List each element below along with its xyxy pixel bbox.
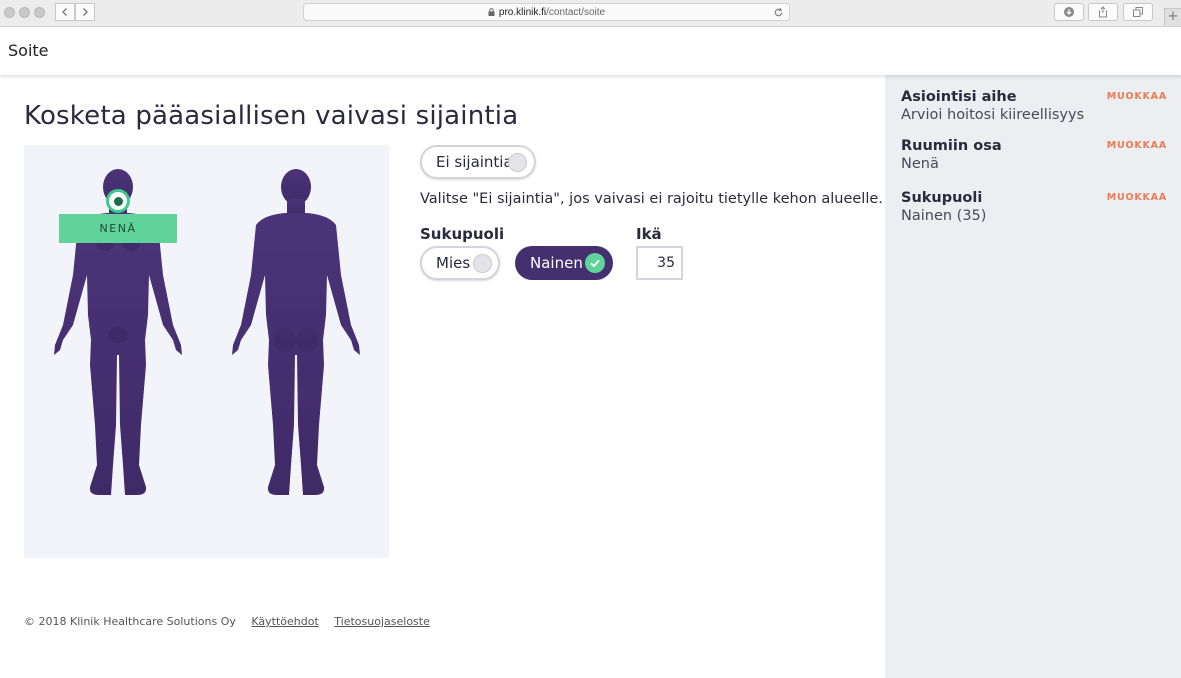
selected-location-label[interactable]: NENÄ [59, 214, 177, 243]
url-path: /contact/soite [546, 6, 606, 18]
age-label: Ikä [636, 225, 662, 243]
edit-body-part-link[interactable]: MUOKKAA [1107, 140, 1167, 151]
app-title: Soite [8, 41, 49, 60]
address-bar[interactable]: pro.klinik.fi/contact/soite [303, 3, 790, 21]
gender-option-female[interactable]: Nainen [515, 246, 613, 280]
terms-link[interactable]: Käyttöehdot [251, 615, 318, 628]
summary-item-value: Arvioi hoitosi kiireellisyys [901, 107, 1085, 123]
gender-label: Sukupuoli [420, 225, 505, 243]
plus-icon: + [1167, 9, 1179, 24]
no-location-toggle[interactable]: Ei sijaintia [420, 145, 536, 179]
toggle-circle-icon [508, 153, 527, 172]
reload-icon[interactable] [773, 7, 784, 18]
no-location-label: Ei sijaintia [436, 153, 513, 171]
page-title: Kosketa pääasiallisen vaivasi sijaintia [24, 101, 519, 131]
edit-topic-link[interactable]: MUOKKAA [1107, 91, 1167, 102]
location-marker[interactable] [106, 189, 130, 213]
gender-option-label: Mies [436, 254, 471, 272]
window-close-icon[interactable] [4, 7, 15, 18]
gender-option-male[interactable]: Mies [420, 246, 500, 280]
footer: © 2018 Klinik Healthcare Solutions Oy Kä… [24, 615, 430, 628]
check-icon [585, 253, 605, 273]
download-icon [1064, 7, 1074, 17]
privacy-link[interactable]: Tietosuojaseloste [334, 615, 430, 628]
summary-sidebar: Asiointisi aihe Arvioi hoitosi kiireelli… [885, 75, 1181, 678]
app-header: Soite [0, 28, 1181, 75]
summary-item-body-part: Ruumiin osa Nenä MUOKKAA [901, 138, 1167, 172]
back-button[interactable] [55, 3, 75, 21]
summary-item-value: Nainen (35) [901, 208, 987, 224]
body-back-figure[interactable] [223, 165, 368, 510]
gender-option-label: Nainen [530, 254, 583, 272]
edit-gender-link[interactable]: MUOKKAA [1107, 192, 1167, 203]
url-domain: pro.klinik.fi [498, 6, 547, 18]
share-button[interactable] [1088, 3, 1118, 21]
summary-item-topic: Asiointisi aihe Arvioi hoitosi kiireelli… [901, 89, 1167, 123]
no-location-hint: Valitse "Ei sijaintia", jos vaivasi ei r… [420, 191, 883, 207]
toggle-circle-icon [473, 254, 492, 273]
check-mark [590, 259, 600, 268]
age-input[interactable] [636, 246, 683, 280]
forward-button[interactable] [75, 3, 95, 21]
back-icon [62, 8, 67, 16]
share-icon [1099, 6, 1107, 18]
lock-icon [488, 8, 495, 16]
tabs-overview-button[interactable] [1123, 3, 1153, 21]
summary-item-value: Nenä [901, 156, 939, 172]
location-marker-dot [113, 196, 123, 206]
downloads-button[interactable] [1054, 3, 1084, 21]
tabs-icon [1133, 7, 1143, 17]
window-zoom-icon[interactable] [34, 7, 45, 18]
forward-icon [83, 8, 88, 16]
new-tab-button[interactable]: + [1164, 8, 1181, 26]
window-minimize-icon[interactable] [19, 7, 30, 18]
summary-item-gender: Sukupuoli Nainen (35) MUOKKAA [901, 190, 1167, 224]
browser-toolbar: pro.klinik.fi/contact/soite + [0, 0, 1181, 27]
footer-copyright: © 2018 Klinik Healthcare Solutions Oy [24, 615, 236, 628]
